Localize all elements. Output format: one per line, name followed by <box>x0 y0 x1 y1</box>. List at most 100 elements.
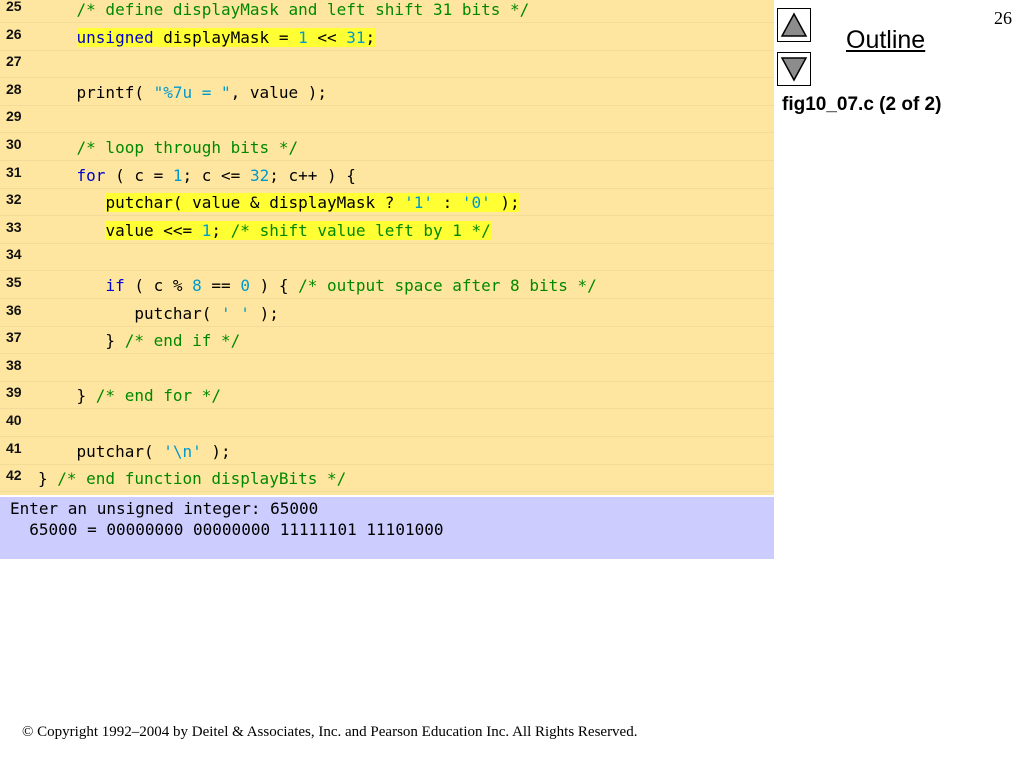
line-code: } /* end function displayBits */ <box>38 468 346 490</box>
code-token: 31 <box>346 27 366 47</box>
code-token: '1' <box>404 193 433 213</box>
code-token: value <<= <box>105 220 202 240</box>
code-line: 34 <box>0 244 774 272</box>
code-token: /* shift value left by 1 */ <box>230 220 491 240</box>
code-token: 8 <box>192 276 202 295</box>
code-token: 32 <box>249 165 270 185</box>
code-token: , value ); <box>230 82 327 102</box>
line-number: 41 <box>6 439 22 456</box>
code-listing: 25 /* define displayMask and left shift … <box>0 0 774 495</box>
line-code: value <<= 1; /* shift value left by 1 */ <box>38 220 491 242</box>
line-code: putchar( value & displayMask ? '1' : '0'… <box>38 192 520 214</box>
line-number: 28 <box>6 80 22 97</box>
code-line: 36 putchar( ' ' ); <box>0 300 774 327</box>
code-token: ( c % <box>124 276 193 295</box>
line-code: if ( c % 8 == 0 ) { /* output space afte… <box>38 275 597 297</box>
code-token: ); <box>201 441 231 461</box>
code-token: ; <box>211 220 231 240</box>
code-token: ; c <= <box>182 165 250 185</box>
code-token: ); <box>490 193 520 213</box>
code-token: if <box>105 276 125 295</box>
code-token: 1 <box>172 165 183 185</box>
line-code: /* define displayMask and left shift 31 … <box>38 0 530 21</box>
code-token: << <box>307 27 347 47</box>
code-token: == <box>201 276 241 295</box>
code-line: 26 unsigned displayMask = 1 << 31; <box>0 24 774 51</box>
line-code: } /* end if */ <box>38 330 240 352</box>
line-code: /* loop through bits */ <box>38 137 299 159</box>
code-token: 1 <box>201 220 212 240</box>
program-output: Enter an unsigned integer: 65000 65000 =… <box>0 497 774 559</box>
code-line: 31 for ( c = 1; c <= 32; c++ ) { <box>0 162 774 189</box>
code-token: 0 <box>240 276 250 295</box>
file-caption: fig10_07.c (2 of 2) <box>782 94 942 115</box>
line-number: 37 <box>6 329 22 346</box>
code-token: ' ' <box>221 303 250 323</box>
code-line: 38 <box>0 355 774 382</box>
line-number: 27 <box>6 53 22 70</box>
code-token: putchar( value & displayMask ? <box>105 193 405 213</box>
code-token: } <box>38 331 125 351</box>
line-code: for ( c = 1; c <= 32; c++ ) { <box>38 165 356 187</box>
line-code: unsigned displayMask = 1 << 31; <box>38 27 376 49</box>
line-number: 35 <box>6 274 22 290</box>
line-number: 26 <box>6 25 22 42</box>
code-token: ); <box>249 303 279 323</box>
code-line: 33 value <<= 1; /* shift value left by 1… <box>0 217 774 244</box>
code-token: /* define displayMask and left shift 31 … <box>76 0 530 19</box>
code-token: for <box>76 165 106 185</box>
code-token: displayMask = <box>153 27 299 47</box>
triangle-down-icon <box>780 57 808 82</box>
code-line: 30 /* loop through bits */ <box>0 134 774 161</box>
line-number: 25 <box>6 0 22 14</box>
code-line: 35 if ( c % 8 == 0 ) { /* output space a… <box>0 272 774 299</box>
code-token: putchar( <box>38 303 222 323</box>
outline-link[interactable]: Outline <box>846 26 925 55</box>
code-token: /* end for */ <box>95 386 222 406</box>
code-token: ; c++ ) { <box>269 165 356 185</box>
line-number: 30 <box>6 136 22 152</box>
code-token: /* output space after 8 bits */ <box>298 276 597 295</box>
line-number: 42 <box>6 467 22 484</box>
line-code: putchar( '\n' ); <box>38 441 231 463</box>
code-token: : <box>432 193 462 213</box>
line-code: printf( "%7u = ", value ); <box>38 82 327 104</box>
code-token: } <box>38 469 58 489</box>
line-number: 32 <box>6 191 22 208</box>
code-line: 42} /* end function displayBits */ <box>0 465 774 493</box>
line-number: 38 <box>6 356 22 373</box>
code-line: 28 printf( "%7u = ", value ); <box>0 79 774 106</box>
output-line: 65000 = 00000000 00000000 11111101 11101… <box>10 520 444 539</box>
code-token: ; <box>365 27 376 47</box>
code-token: '\n' <box>163 441 202 461</box>
code-token: 1 <box>298 27 308 47</box>
previous-slide-button[interactable] <box>777 8 811 42</box>
code-token: /* end function displayBits */ <box>57 469 347 489</box>
line-code: } /* end for */ <box>38 385 222 407</box>
next-slide-button[interactable] <box>777 52 811 86</box>
code-line: 40 <box>0 410 774 437</box>
code-token: ) { <box>249 276 299 295</box>
code-token: ( c = <box>105 165 173 185</box>
code-token: /* end if */ <box>124 331 241 351</box>
code-token: printf( <box>38 82 154 102</box>
code-token: "%7u = " <box>153 82 231 102</box>
code-line: 29 <box>0 106 774 134</box>
code-token: /* loop through bits */ <box>76 138 299 157</box>
line-number: 36 <box>6 301 22 318</box>
line-number: 29 <box>6 108 22 125</box>
code-token: '0' <box>461 193 491 213</box>
code-line: 39 } /* end for */ <box>0 382 774 410</box>
code-line: 32 putchar( value & displayMask ? '1' : … <box>0 189 774 217</box>
code-token: unsigned <box>76 27 154 47</box>
code-line: 25 /* define displayMask and left shift … <box>0 0 774 23</box>
output-line: Enter an unsigned integer: 65000 <box>10 499 319 518</box>
code-token: } <box>38 386 96 406</box>
code-line: 37 } /* end if */ <box>0 327 774 355</box>
